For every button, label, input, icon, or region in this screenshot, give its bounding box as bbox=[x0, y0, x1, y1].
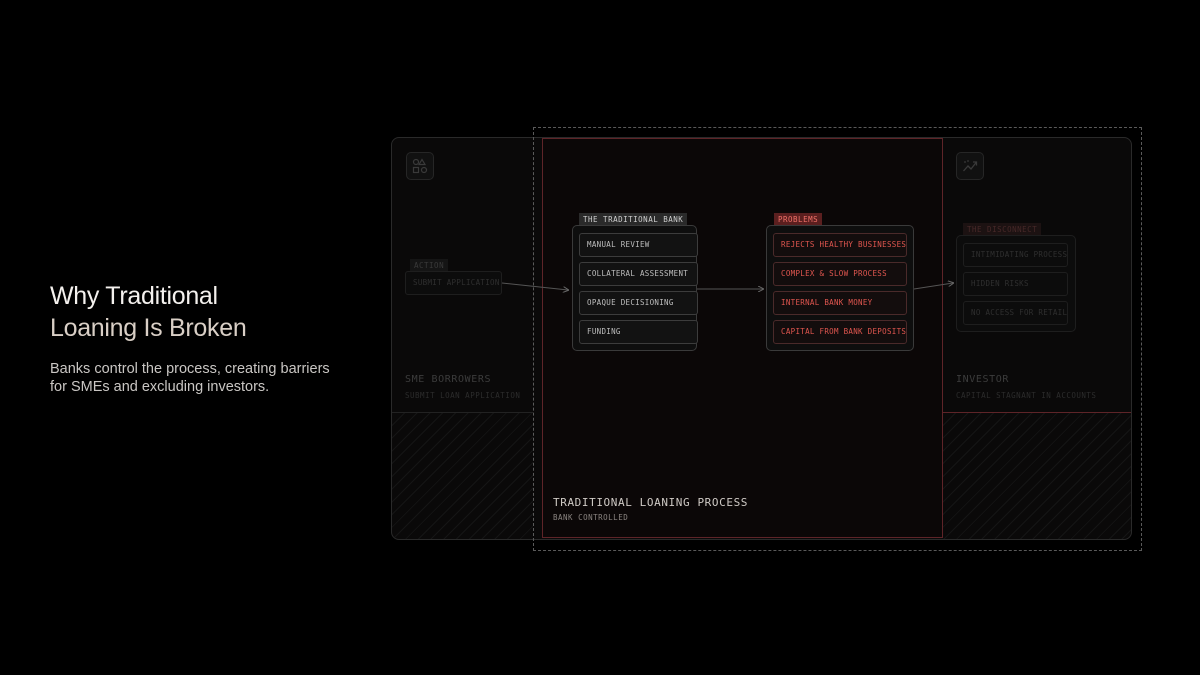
arrow-problems-to-investor bbox=[913, 283, 953, 290]
arrow-borrower-to-bank bbox=[501, 282, 568, 290]
connector-arrows bbox=[501, 0, 1200, 675]
